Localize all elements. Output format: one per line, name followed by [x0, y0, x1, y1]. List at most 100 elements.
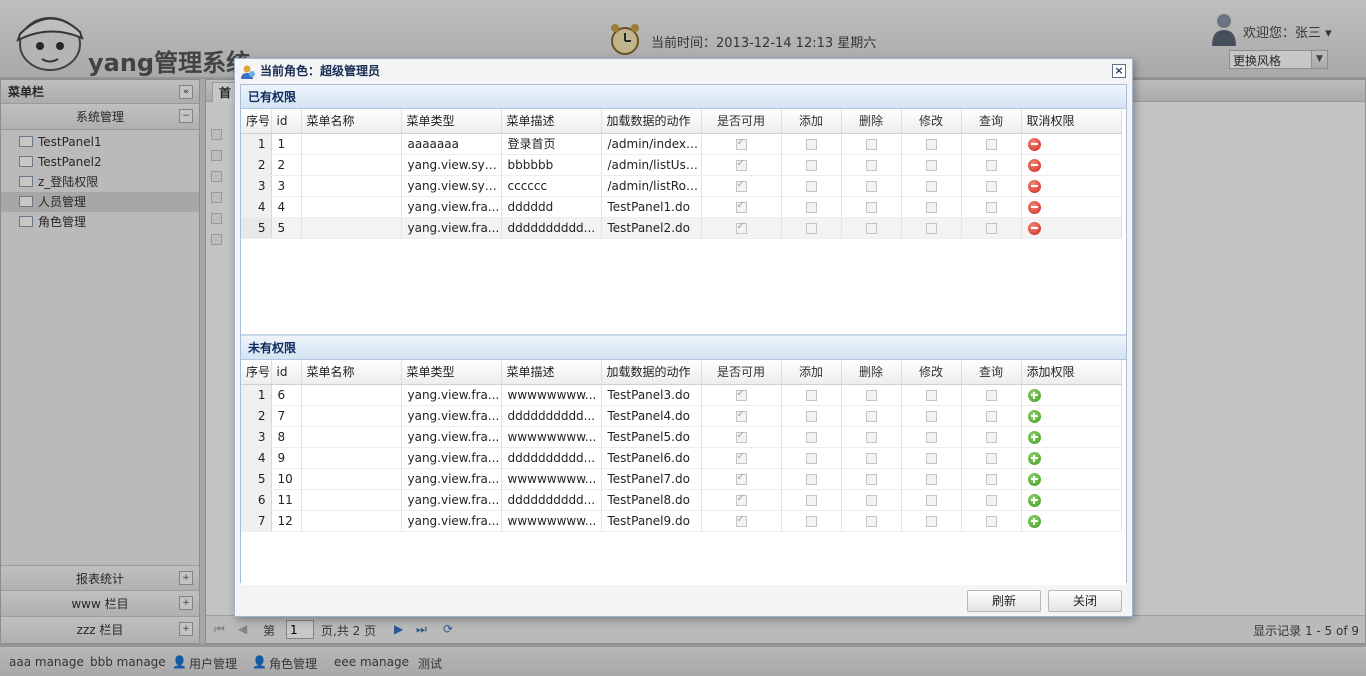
- column-header[interactable]: 删除: [841, 109, 902, 134]
- table-row[interactable]: 7 12 yang.view.fra... wwwwwwww... TestPanel9…: [241, 510, 1122, 532]
- permission-checkbox[interactable]: [805, 222, 817, 234]
- table-row[interactable]: 2 2 yang.view.sys... bbbbbb/admin/listUser*: [241, 154, 1122, 176]
- permission-checkbox[interactable]: [865, 410, 877, 422]
- permission-checkbox[interactable]: [805, 180, 817, 192]
- column-header[interactable]: 菜单描述: [501, 360, 602, 385]
- column-header[interactable]: 是否可用: [701, 360, 782, 385]
- column-header[interactable]: 菜单类型: [401, 360, 502, 385]
- permission-checkbox[interactable]: [865, 201, 877, 213]
- permission-checkbox[interactable]: [985, 515, 997, 527]
- permission-checkbox[interactable]: [985, 201, 997, 213]
- permission-checkbox[interactable]: [865, 515, 877, 527]
- permission-checkbox[interactable]: [985, 159, 997, 171]
- permission-checkbox[interactable]: [925, 410, 937, 422]
- column-header[interactable]: 序号: [241, 360, 272, 385]
- table-row[interactable]: 1 6 yang.view.fra... wwwwwwww... TestPanel3.…: [241, 384, 1122, 406]
- column-header[interactable]: 修改: [901, 360, 962, 385]
- permission-checkbox[interactable]: [805, 138, 817, 150]
- permission-checkbox[interactable]: [805, 201, 817, 213]
- column-header[interactable]: 加载数据的动作: [601, 109, 702, 134]
- permission-checkbox[interactable]: [865, 180, 877, 192]
- add-permission-icon[interactable]: [1027, 451, 1041, 465]
- column-header[interactable]: 加载数据的动作: [601, 360, 702, 385]
- column-header[interactable]: 查询: [961, 109, 1022, 134]
- column-header[interactable]: id: [271, 360, 302, 385]
- add-permission-icon[interactable]: [1027, 514, 1041, 528]
- column-header[interactable]: 修改: [901, 109, 962, 134]
- column-header[interactable]: 添加: [781, 109, 842, 134]
- permission-checkbox[interactable]: [985, 389, 997, 401]
- permission-checkbox[interactable]: [985, 431, 997, 443]
- permission-checkbox[interactable]: [985, 410, 997, 422]
- enabled-checkbox[interactable]: [735, 493, 747, 506]
- enabled-checkbox[interactable]: [735, 409, 747, 422]
- permission-checkbox[interactable]: [925, 159, 937, 171]
- close-button[interactable]: 关闭: [1048, 590, 1122, 612]
- permission-checkbox[interactable]: [925, 201, 937, 213]
- table-row[interactable]: 6 11 yang.view.fra... dddddddddd... TestPane…: [241, 489, 1122, 511]
- enabled-checkbox[interactable]: [735, 137, 747, 150]
- permission-checkbox[interactable]: [865, 389, 877, 401]
- permission-checkbox[interactable]: [805, 431, 817, 443]
- permission-checkbox[interactable]: [925, 180, 937, 192]
- permission-checkbox[interactable]: [925, 222, 937, 234]
- permission-checkbox[interactable]: [805, 410, 817, 422]
- add-permission-icon[interactable]: [1027, 430, 1041, 444]
- enabled-checkbox[interactable]: [735, 158, 747, 171]
- permission-checkbox[interactable]: [985, 494, 997, 506]
- permission-checkbox[interactable]: [805, 159, 817, 171]
- table-row[interactable]: 5 5 yang.view.fra... dddddddddd... TestPanel…: [241, 217, 1122, 239]
- permission-checkbox[interactable]: [865, 473, 877, 485]
- permission-checkbox[interactable]: [865, 159, 877, 171]
- add-permission-icon[interactable]: [1027, 493, 1041, 507]
- permission-checkbox[interactable]: [805, 473, 817, 485]
- permission-checkbox[interactable]: [865, 222, 877, 234]
- permission-checkbox[interactable]: [805, 515, 817, 527]
- enabled-checkbox[interactable]: [735, 200, 747, 213]
- permission-checkbox[interactable]: [805, 452, 817, 464]
- remove-permission-icon[interactable]: [1027, 158, 1041, 172]
- table-row[interactable]: 1 1 aaaaaaa 登录首页/admin/index....: [241, 133, 1122, 155]
- table-row[interactable]: 2 7 yang.view.fra... dddddddddd... TestPanel…: [241, 405, 1122, 427]
- permission-checkbox[interactable]: [925, 431, 937, 443]
- permission-checkbox[interactable]: [925, 515, 937, 527]
- remove-permission-icon[interactable]: [1027, 179, 1041, 193]
- enabled-checkbox[interactable]: [735, 514, 747, 527]
- enabled-checkbox[interactable]: [735, 451, 747, 464]
- remove-permission-icon[interactable]: [1027, 137, 1041, 151]
- table-row[interactable]: 5 10 yang.view.fra... wwwwwwww... TestPanel7…: [241, 468, 1122, 490]
- permission-checkbox[interactable]: [865, 452, 877, 464]
- permission-checkbox[interactable]: [925, 389, 937, 401]
- permission-checkbox[interactable]: [925, 452, 937, 464]
- close-icon[interactable]: ×: [1112, 64, 1126, 78]
- enabled-checkbox[interactable]: [735, 221, 747, 234]
- remove-permission-icon[interactable]: [1027, 200, 1041, 214]
- column-header[interactable]: 菜单名称: [301, 109, 402, 134]
- refresh-button[interactable]: 刷新: [967, 590, 1041, 612]
- permission-checkbox[interactable]: [985, 180, 997, 192]
- enabled-checkbox[interactable]: [735, 430, 747, 443]
- column-header[interactable]: 是否可用: [701, 109, 782, 134]
- enabled-checkbox[interactable]: [735, 179, 747, 192]
- permission-checkbox[interactable]: [925, 138, 937, 150]
- permission-checkbox[interactable]: [985, 222, 997, 234]
- remove-permission-icon[interactable]: [1027, 221, 1041, 235]
- column-header[interactable]: 序号: [241, 109, 272, 134]
- add-permission-icon[interactable]: [1027, 409, 1041, 423]
- permission-checkbox[interactable]: [865, 138, 877, 150]
- column-header[interactable]: 删除: [841, 360, 902, 385]
- column-header[interactable]: 菜单类型: [401, 109, 502, 134]
- add-permission-icon[interactable]: [1027, 388, 1041, 402]
- permission-checkbox[interactable]: [985, 473, 997, 485]
- column-header[interactable]: 查询: [961, 360, 1022, 385]
- permission-checkbox[interactable]: [865, 494, 877, 506]
- column-header[interactable]: 菜单描述: [501, 109, 602, 134]
- table-row[interactable]: 4 4 yang.view.fra... dddddd TestPanel1.do: [241, 196, 1122, 218]
- column-header[interactable]: 添加权限: [1021, 360, 1122, 385]
- permission-checkbox[interactable]: [925, 473, 937, 485]
- column-header[interactable]: 添加: [781, 360, 842, 385]
- enabled-checkbox[interactable]: [735, 472, 747, 485]
- permission-checkbox[interactable]: [805, 389, 817, 401]
- permission-checkbox[interactable]: [985, 452, 997, 464]
- table-row[interactable]: 3 8 yang.view.fra... wwwwwwww... TestPanel5.…: [241, 426, 1122, 448]
